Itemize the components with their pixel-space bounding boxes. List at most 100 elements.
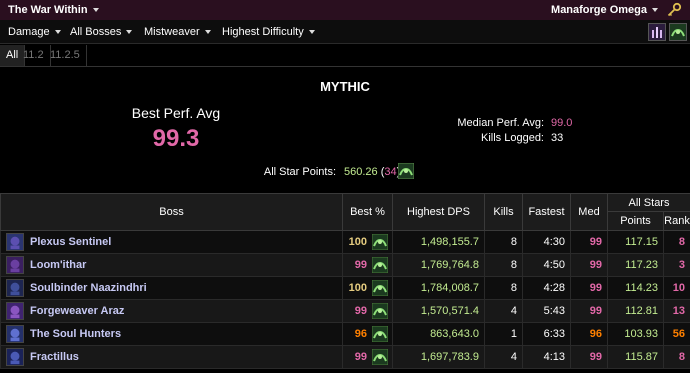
all-star-points-cell: 114.23: [607, 276, 664, 300]
chevron-down-icon: [308, 30, 315, 35]
table-row: Fractillus 99 1,697,783.9 4 4:13 99 115.87 8: [0, 345, 690, 369]
boss-cell: Forgeweaver Araz: [0, 299, 343, 323]
kills-count: 4: [484, 345, 523, 369]
boss-portrait-icon: [6, 348, 24, 366]
boss-name-link[interactable]: Fractillus: [30, 351, 79, 363]
spec-icon[interactable]: [372, 280, 388, 296]
chevron-down-icon: [204, 30, 211, 35]
highest-dps: 863,643.0: [392, 322, 485, 346]
best-percent: 100: [348, 235, 367, 248]
boss-name-link[interactable]: Forgeweaver Araz: [30, 305, 124, 317]
metric-label: Damage: [8, 26, 50, 38]
best-percent: 99: [354, 258, 367, 271]
boss-dropdown[interactable]: All Bosses: [70, 26, 133, 38]
highest-dps: 1,697,783.9: [392, 345, 485, 369]
col-fastest[interactable]: Fastest: [522, 193, 571, 231]
boss-cell: Soulbinder Naazindhri: [0, 276, 343, 300]
best-percent: 100: [348, 281, 367, 294]
median-percent: 96: [570, 322, 608, 346]
median-perf-value: 99.0: [551, 117, 573, 129]
table-row: Soulbinder Naazindhri 100 1,784,008.7 8 4:28…: [0, 276, 690, 300]
best-percent-cell: 99: [342, 253, 393, 277]
boss-name-link[interactable]: Plexus Sentinel: [30, 236, 111, 248]
fastest-time: 5:43: [522, 299, 571, 323]
highest-dps: 1,784,008.7: [392, 276, 485, 300]
table-row: The Soul Hunters 96 863,643.0 1 6:33 96 103.93…: [0, 322, 690, 346]
boss-rankings-table: Boss Best % Highest DPS Kills Fastest Me…: [0, 193, 690, 369]
col-best[interactable]: Best %: [342, 193, 393, 231]
all-star-points: 560.26: [344, 166, 378, 178]
best-percent-cell: 100: [342, 230, 393, 254]
median-percent: 99: [570, 230, 608, 254]
all-star-points-cell: 103.93: [607, 322, 664, 346]
kills-logged-label: Kills Logged:: [481, 132, 544, 144]
table-row: Plexus Sentinel 100 1,498,155.7 8 4:30 99 117.…: [0, 230, 690, 254]
spec-label: Mistweaver: [144, 26, 200, 38]
median-percent: 99: [570, 345, 608, 369]
boss-portrait-icon: [6, 325, 24, 343]
chevron-down-icon: [54, 30, 61, 35]
metric-dropdown[interactable]: Damage: [8, 26, 61, 38]
kills-logged-value: 33: [551, 132, 564, 144]
boss-name-link[interactable]: Soulbinder Naazindhri: [30, 282, 147, 294]
best-percent-cell: 99: [342, 345, 393, 369]
best-percent-cell: 100: [342, 276, 393, 300]
difficulty-label: Highest Difficulty: [222, 26, 304, 38]
top-bar: The War Within Manaforge Omega: [0, 0, 690, 20]
kills-count: 8: [484, 276, 523, 300]
best-percent-cell: 96: [342, 322, 393, 346]
boss-name-link[interactable]: The Soul Hunters: [30, 328, 121, 340]
zone-selector[interactable]: The War Within: [8, 4, 99, 16]
fastest-time: 4:28: [522, 276, 571, 300]
best-perf-value: 99.3: [152, 125, 200, 152]
spec-icon[interactable]: [372, 234, 388, 250]
kills-count: 4: [484, 299, 523, 323]
boss-filter-label: All Bosses: [70, 26, 122, 38]
col-boss[interactable]: Boss: [0, 193, 343, 231]
all-star-rank-cell: 8: [663, 345, 690, 369]
all-star-points-cell: 117.23: [607, 253, 664, 277]
spec-dropdown[interactable]: Mistweaver: [144, 26, 211, 38]
col-kills[interactable]: Kills: [484, 193, 523, 231]
col-points[interactable]: Points: [607, 211, 664, 231]
col-med[interactable]: Med: [570, 193, 608, 231]
boss-name-link[interactable]: Loom'ithar: [30, 259, 86, 271]
median-percent: 99: [570, 299, 608, 323]
difficulty-heading: MYTHIC: [320, 79, 370, 94]
col-rank[interactable]: Rank: [663, 211, 690, 231]
all-star-label: All Star Points:: [263, 166, 336, 178]
boss-portrait-icon: [6, 302, 24, 320]
key-icon[interactable]: [666, 2, 682, 18]
spec-icon[interactable]: [372, 326, 388, 342]
spec-icon[interactable]: [372, 349, 388, 365]
tab-11-2-5[interactable]: 11.2.5: [44, 45, 87, 66]
boss-cell: The Soul Hunters: [0, 322, 343, 346]
difficulty-dropdown[interactable]: Highest Difficulty: [222, 26, 315, 38]
table-row: Loom'ithar 99 1,769,764.8 8 4:50 99 117.23 3: [0, 253, 690, 277]
highest-dps: 1,498,155.7: [392, 230, 485, 254]
boss-portrait-icon: [6, 256, 24, 274]
realm-selector[interactable]: Manaforge Omega: [551, 4, 658, 16]
best-percent: 99: [354, 304, 367, 317]
spec-icon[interactable]: [372, 257, 388, 273]
all-star-rank-cell: 13: [663, 299, 690, 323]
summary-panel: MYTHIC Best Perf. Avg 99.3 Median Perf. …: [0, 67, 690, 193]
spec-icon: [398, 163, 414, 179]
patch-tabs: All 11.2 11.2.5: [0, 45, 690, 66]
all-star-points-cell: 117.15: [607, 230, 664, 254]
fastest-time: 4:50: [522, 253, 571, 277]
best-percent-cell: 99: [342, 299, 393, 323]
spec-icon[interactable]: [372, 303, 388, 319]
fastest-time: 4:30: [522, 230, 571, 254]
col-dps[interactable]: Highest DPS: [392, 193, 485, 231]
median-percent: 99: [570, 276, 608, 300]
best-percent: 99: [354, 350, 367, 363]
highest-dps: 1,570,571.4: [392, 299, 485, 323]
raid-portrait-icon[interactable]: [648, 23, 666, 41]
all-star-rank-cell: 10: [663, 276, 690, 300]
realm-label: Manaforge Omega: [551, 4, 647, 16]
highest-dps: 1,769,764.8: [392, 253, 485, 277]
all-star-rank: 34: [384, 166, 397, 178]
all-star-points-cell: 115.87: [607, 345, 664, 369]
class-spec-icon[interactable]: [669, 23, 687, 41]
